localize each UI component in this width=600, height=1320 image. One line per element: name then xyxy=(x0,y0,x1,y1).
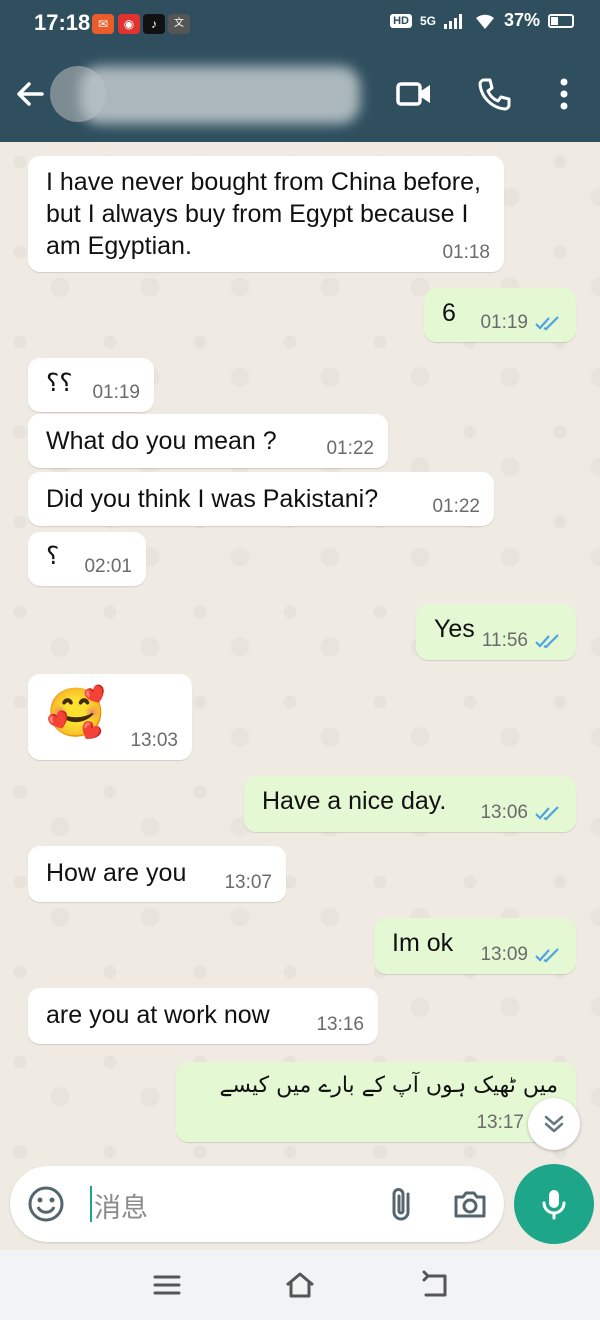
hd-badge: HD xyxy=(390,13,412,28)
message-outgoing[interactable]: Yes 11:56 xyxy=(416,604,576,660)
message-incoming[interactable]: are you at work now 13:16 xyxy=(28,988,378,1044)
microphone-icon xyxy=(542,1190,566,1220)
message-input[interactable]: 消息 xyxy=(94,1186,148,1225)
chat-header xyxy=(0,48,600,142)
message-incoming[interactable]: Did you think I was Pakistani? 01:22 xyxy=(28,472,494,526)
status-bar: 17:18 ✉ ◉ ♪ 文 HD 5G 37% xyxy=(0,0,600,48)
voice-call-icon[interactable] xyxy=(474,74,514,114)
news-icon: 文 xyxy=(168,14,190,34)
status-right: HD 5G 37% xyxy=(390,10,574,31)
video-call-icon[interactable] xyxy=(394,74,434,114)
more-options-icon[interactable] xyxy=(544,74,584,114)
emoji-icon[interactable] xyxy=(26,1184,66,1224)
read-receipt-icon xyxy=(535,806,559,821)
message-incoming[interactable]: ؟؟ 01:19 xyxy=(28,358,154,412)
wifi-icon xyxy=(475,14,494,29)
message-time: 13:06 xyxy=(480,802,562,824)
message-incoming[interactable]: ؟ 02:01 xyxy=(28,532,146,586)
weibo-icon: ◉ xyxy=(118,14,140,34)
message-time: 01:22 xyxy=(432,496,480,517)
message-outgoing[interactable]: میں ٹھیک ہوں آپ کے بارے میں کیسے 13:17 xyxy=(176,1062,576,1142)
message-outgoing[interactable]: 6 01:19 xyxy=(424,288,576,342)
read-receipt-icon xyxy=(535,634,559,649)
message-text: I have never bought from China before, b… xyxy=(46,168,481,260)
contact-name-redacted[interactable] xyxy=(80,66,360,124)
double-chevron-down-icon xyxy=(544,1115,564,1133)
camera-icon[interactable] xyxy=(450,1184,490,1224)
message-time: 01:22 xyxy=(326,438,374,459)
message-time: 13:07 xyxy=(224,872,272,893)
message-incoming[interactable]: How are you 13:07 xyxy=(28,846,286,902)
message-time: 13:09 xyxy=(480,944,562,966)
message-time: 02:01 xyxy=(84,556,132,577)
message-time: 01:19 xyxy=(92,382,140,403)
message-text: میں ٹھیک ہوں آپ کے بارے میں کیسے xyxy=(219,1073,558,1098)
message-incoming[interactable]: I have never bought from China before, b… xyxy=(28,156,504,272)
scroll-to-bottom-button[interactable] xyxy=(528,1098,580,1150)
status-time: 17:18 xyxy=(34,10,91,35)
message-incoming[interactable]: What do you mean ? 01:22 xyxy=(28,414,388,468)
attach-icon[interactable] xyxy=(382,1184,422,1224)
read-receipt-icon xyxy=(535,948,559,963)
battery-percent: 37% xyxy=(503,10,540,30)
message-time: 01:18 xyxy=(442,242,490,263)
menu-icon[interactable] xyxy=(150,1268,184,1302)
message-time: 13:03 xyxy=(130,730,178,751)
message-outgoing[interactable]: Im ok 13:09 xyxy=(374,918,576,974)
battery-icon xyxy=(548,13,574,28)
read-receipt-icon xyxy=(535,316,559,331)
text-cursor xyxy=(90,1186,92,1222)
message-time: 11:56 xyxy=(482,630,562,652)
message-text: are you at work now xyxy=(46,1001,270,1029)
home-icon[interactable] xyxy=(283,1268,317,1302)
message-time: 01:19 xyxy=(480,312,562,334)
message-text: What do you mean ? xyxy=(46,427,277,455)
back-arrow-icon[interactable] xyxy=(12,76,48,112)
message-incoming[interactable]: 🥰 13:03 xyxy=(28,674,192,760)
message-time: 13:17 xyxy=(476,1112,524,1133)
system-nav-bar xyxy=(0,1250,600,1320)
back-icon[interactable] xyxy=(418,1268,452,1302)
app-notification-icon: ✉ xyxy=(92,14,114,34)
network-label: 5G xyxy=(419,13,436,28)
message-outgoing[interactable]: Have a nice day. 13:06 xyxy=(244,776,576,832)
message-composer: 消息 xyxy=(10,1166,504,1242)
message-text: Did you think I was Pakistani? xyxy=(46,485,379,513)
chat-area[interactable]: I have never bought from China before, b… xyxy=(0,142,600,1162)
message-time: 13:16 xyxy=(316,1014,364,1035)
tiktok-icon: ♪ xyxy=(143,14,165,34)
voice-message-button[interactable] xyxy=(514,1164,594,1244)
signal-icon xyxy=(443,13,462,29)
